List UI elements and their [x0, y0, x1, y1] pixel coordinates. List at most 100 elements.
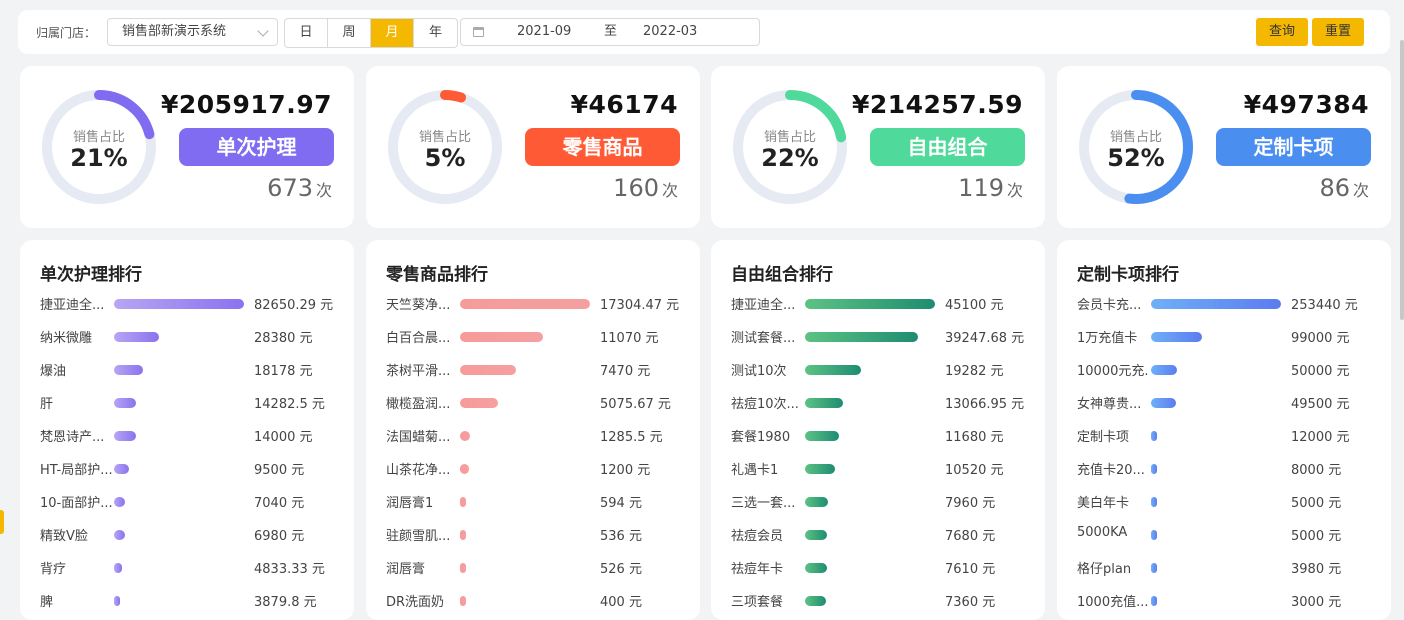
count-unit: 次: [1352, 181, 1369, 200]
ranking-item-name: 白百合晨...: [386, 331, 451, 346]
ranking-bar: [805, 398, 843, 408]
ranking-item-value: 9500 元: [254, 463, 305, 478]
ranking-item-value: 5000 元: [1291, 496, 1342, 511]
count-unit: 次: [1006, 181, 1023, 200]
store-label: 归属门店：: [36, 26, 97, 40]
count-number: 160: [613, 174, 659, 202]
ranking-item-name: 捷亚迪全...: [731, 298, 796, 313]
ranking-item-name: 三选一套...: [731, 496, 796, 511]
ranking-item-value: 1200 元: [600, 463, 651, 478]
donut-percent: 22%: [761, 144, 819, 172]
ranking-item-value: 4833.33 元: [254, 562, 325, 577]
ranking-row: 纳米微雕 28380 元: [20, 327, 354, 347]
ranking-item-value: 7960 元: [945, 496, 996, 511]
count-unit: 次: [315, 181, 332, 200]
ranking-bar: [460, 530, 466, 540]
ranking-title: 定制卡项排行: [1077, 265, 1179, 285]
ranking-bar: [1151, 530, 1157, 540]
donut-label: 销售占比: [418, 130, 471, 145]
sales-amount: ¥214257.59: [851, 90, 1023, 119]
ranking-bar: [1151, 497, 1157, 507]
ranking-card-combo: 自由组合排行 捷亚迪全... 45100 元 测试套餐... 39247.68 …: [711, 240, 1045, 620]
date-start[interactable]: 2021-09: [517, 19, 571, 45]
ranking-row: 脾 3879.8 元: [20, 591, 354, 611]
category-badge: 零售商品: [525, 128, 680, 166]
ranking-item-name: 1万充值卡: [1077, 331, 1138, 346]
ranking-bar: [460, 299, 590, 309]
ranking-item-name: 充值卡20...: [1077, 463, 1145, 478]
period-year-button[interactable]: 年: [414, 19, 457, 47]
ranking-row: 茶树平滑... 7470 元: [366, 360, 700, 380]
sales-count: 673 次: [267, 174, 332, 202]
count-number: 673: [267, 174, 313, 202]
ranking-item-value: 8000 元: [1291, 463, 1342, 478]
ranking-item-name: 梵恩诗产...: [40, 430, 105, 445]
ranking-row: 肝 14282.5 元: [20, 393, 354, 413]
share-donut: 销售占比 5%: [384, 86, 506, 208]
store-select[interactable]: 销售部新演示系统: [107, 18, 278, 46]
ranking-bar: [114, 299, 244, 309]
ranking-item-value: 19282 元: [945, 364, 1004, 379]
ranking-bar: [460, 497, 466, 507]
ranking-item-name: 肝: [40, 397, 54, 412]
date-range-picker[interactable]: 2021-09 至 2022-03: [460, 18, 760, 46]
ranking-bar: [805, 464, 836, 474]
ranking-item-name: 会员卡充...: [1077, 298, 1142, 313]
ranking-row: HT-局部护... 9500 元: [20, 459, 354, 479]
ranking-bar: [805, 530, 828, 540]
category-badge: 单次护理: [179, 128, 334, 166]
ranking-item-value: 82650.29 元: [254, 298, 334, 313]
ranking-row: 套餐1980 11680 元: [711, 426, 1045, 446]
sales-amount: ¥46174: [570, 90, 678, 119]
ranking-item-value: 39247.68 元: [945, 331, 1025, 346]
ranking-row: 橄榄盈润... 5075.67 元: [366, 393, 700, 413]
ranking-item-value: 12000 元: [1291, 430, 1350, 445]
ranking-item-name: 茶树平滑...: [386, 364, 451, 379]
query-button[interactable]: 查询: [1256, 18, 1308, 46]
ranking-row: 1000充值... 3000 元: [1057, 591, 1391, 611]
ranking-item-name: 祛痘年卡: [731, 562, 784, 577]
ranking-title: 零售商品排行: [386, 265, 488, 285]
ranking-item-value: 1285.5 元: [600, 430, 663, 445]
ranking-item-name: 祛痘10次...: [731, 397, 799, 412]
stat-card-single-care: 销售占比 21% ¥205917.97 单次护理 673 次: [20, 66, 354, 228]
count-number: 119: [958, 174, 1004, 202]
period-week-button[interactable]: 周: [328, 19, 371, 47]
ranking-bar: [114, 431, 137, 441]
date-separator: 至: [604, 24, 618, 39]
date-end[interactable]: 2022-03: [643, 19, 697, 45]
ranking-row: 1万充值卡 99000 元: [1057, 327, 1391, 347]
store-select-value: 销售部新演示系统: [122, 24, 227, 39]
ranking-item-name: 法国蜡菊...: [386, 430, 451, 445]
ranking-card-retail: 零售商品排行 天竺葵净... 17304.47 元 白百合晨... 11070 …: [366, 240, 700, 620]
ranking-item-value: 11070 元: [600, 331, 659, 346]
share-donut: 销售占比 21%: [38, 86, 160, 208]
ranking-bar: [114, 464, 129, 474]
ranking-row: 祛痘年卡 7610 元: [711, 558, 1045, 578]
ranking-item-name: 格仔plan: [1077, 562, 1132, 577]
period-month-button[interactable]: 月: [371, 19, 414, 47]
filter-bar: 归属门店： 销售部新演示系统 日 周 月 年 2021-09 至 2022-03…: [18, 10, 1390, 54]
ranking-item-value: 3980 元: [1291, 562, 1342, 577]
ranking-bar: [114, 332, 159, 342]
ranking-item-name: 10-面部护...: [40, 496, 112, 511]
ranking-bar: [1151, 563, 1157, 573]
ranking-title: 自由组合排行: [731, 265, 833, 285]
ranking-bar: [805, 563, 827, 573]
side-panel-handle[interactable]: [0, 510, 4, 534]
ranking-bar: [460, 398, 499, 408]
ranking-bar: [114, 497, 126, 507]
ranking-row: 充值卡20... 8000 元: [1057, 459, 1391, 479]
ranking-row: 润唇膏 526 元: [366, 558, 700, 578]
period-toggle-group: 日 周 月 年: [284, 18, 458, 48]
page-scrollbar[interactable]: [1400, 40, 1404, 320]
period-day-button[interactable]: 日: [285, 19, 328, 47]
ranking-item-name: 5000KA: [1077, 525, 1128, 540]
ranking-item-value: 99000 元: [1291, 331, 1350, 346]
ranking-item-name: 三项套餐: [731, 595, 784, 610]
reset-button[interactable]: 重置: [1312, 18, 1364, 46]
ranking-item-value: 594 元: [600, 496, 642, 511]
ranking-item-value: 17304.47 元: [600, 298, 680, 313]
ranking-bar: [805, 365, 861, 375]
ranking-row: 山茶花净... 1200 元: [366, 459, 700, 479]
